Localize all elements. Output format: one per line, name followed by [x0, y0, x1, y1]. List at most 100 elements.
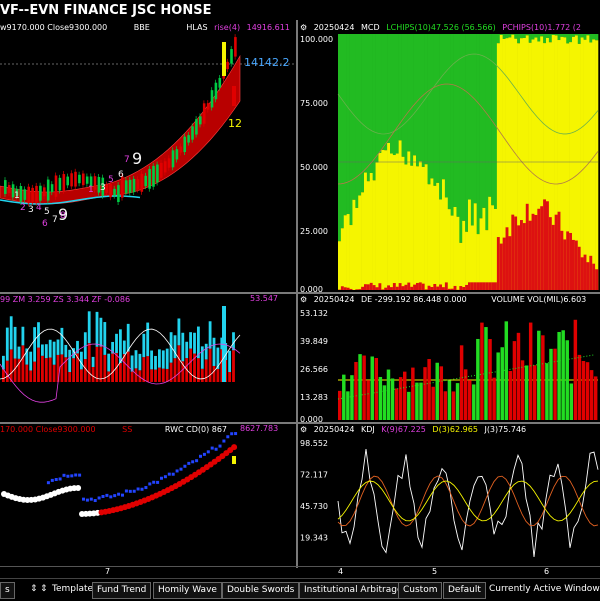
custom-button[interactable]: Custom	[398, 582, 442, 599]
red-bar	[364, 284, 367, 290]
volume-bar	[537, 331, 540, 420]
red-bar	[390, 287, 393, 290]
blue-dot	[137, 487, 140, 490]
zm-chart-panel[interactable]	[0, 294, 296, 422]
red-bar	[96, 347, 99, 382]
yellow-bar	[341, 228, 344, 290]
institutional-arbitrage-button[interactable]: Institutional Arbitrage	[299, 582, 408, 599]
candle	[8, 185, 11, 193]
green-bar	[552, 34, 555, 35]
green-bar	[384, 34, 387, 150]
volume-bar	[460, 345, 463, 420]
blue-dot	[59, 477, 62, 480]
candle	[117, 185, 120, 202]
mcd-chart-panel[interactable]: 100.00075.00050.00025.0000.000	[298, 22, 600, 292]
red-bar	[416, 283, 419, 290]
divider[interactable]	[0, 292, 600, 294]
candle	[66, 177, 69, 186]
cyan-bar	[193, 333, 196, 354]
volume-bar	[427, 359, 430, 420]
green-bar	[358, 34, 361, 195]
green-bar	[532, 34, 535, 39]
volume-bar	[436, 363, 439, 420]
cyan-bar	[189, 332, 192, 348]
volume-values: VOLUME VOL(MIL)6.603	[491, 295, 586, 304]
volume-bar	[338, 391, 341, 420]
green-bar	[355, 34, 358, 208]
green-bar	[378, 34, 381, 153]
volume-bar	[362, 356, 365, 420]
default-button[interactable]: Default	[443, 582, 486, 599]
red-bar	[162, 369, 165, 382]
candle	[35, 186, 38, 203]
volume-bar	[440, 366, 443, 420]
cyan-bar	[6, 328, 9, 361]
green-bar	[462, 34, 465, 221]
cyan-bar	[68, 350, 71, 372]
red-bar	[514, 216, 517, 290]
yellow-bar	[425, 164, 428, 290]
cyan-bar	[185, 342, 188, 358]
yellow-bar	[361, 192, 364, 290]
volume-bar	[350, 375, 353, 420]
blue-dot	[187, 462, 190, 465]
red-bar	[439, 284, 442, 290]
volume-chart-panel[interactable]: 53.13239.84926.56613.2830.000	[298, 294, 600, 422]
red-bar	[53, 365, 56, 382]
sequence-number: 5	[108, 175, 114, 185]
yellow-bar	[399, 140, 402, 290]
red-bar	[142, 357, 145, 382]
red-bar	[448, 289, 451, 290]
rwc-values: RWC CD(0) 867	[165, 425, 227, 434]
yellow-bar	[439, 199, 442, 290]
cyan-bar	[201, 346, 204, 368]
yellow-bar	[370, 173, 373, 290]
green-bar	[428, 34, 431, 184]
rwc-chart-panel[interactable]	[0, 424, 296, 566]
blue-dot	[66, 475, 69, 478]
blue-dot	[90, 498, 93, 501]
red-bar	[376, 287, 379, 290]
divider[interactable]	[0, 422, 600, 424]
volume-bar	[407, 392, 410, 420]
cyan-bar	[209, 321, 212, 348]
red-bar	[68, 372, 71, 382]
cyan-bar	[18, 347, 21, 359]
kdj-chart-panel[interactable]: 98.55272.11745.73019.343-7.044	[298, 424, 600, 566]
red-bar	[508, 236, 511, 290]
green-bar	[474, 34, 477, 203]
y-tick-label: 13.283	[300, 393, 328, 402]
kdj-chart-canvas: 98.55272.11745.73019.343-7.044	[298, 424, 600, 566]
red-bar	[523, 223, 526, 290]
double-swords-button[interactable]: Double Swords	[222, 582, 299, 599]
candle	[43, 187, 46, 196]
sort-icon[interactable]: ⇕	[30, 582, 38, 597]
red-bar	[543, 199, 546, 290]
green-bar	[485, 34, 488, 230]
divider[interactable]	[296, 20, 298, 568]
gear-icon[interactable]: ⚙	[300, 425, 307, 434]
cyan-bar	[45, 344, 48, 358]
green-bar	[448, 34, 451, 209]
red-bar	[558, 212, 561, 290]
volume-date: 20250424	[314, 295, 355, 304]
gear-icon[interactable]: ⚙	[300, 295, 307, 304]
cyan-bar	[135, 350, 138, 368]
red-bar	[526, 204, 529, 290]
volume-bar	[431, 387, 434, 420]
yellow-bar	[471, 225, 474, 290]
fund-trend-button[interactable]: Fund Trend	[92, 582, 151, 599]
candle	[219, 78, 222, 88]
green-bar	[439, 34, 442, 199]
gear-icon[interactable]: ⚙	[300, 23, 307, 32]
green-bar	[381, 34, 384, 150]
blue-dot	[121, 494, 124, 497]
x-axis-label: 6	[544, 567, 549, 576]
scroll-button[interactable]: s	[0, 582, 15, 599]
homily-wave-button[interactable]: Homily Wave	[153, 582, 222, 599]
red-bar	[174, 358, 177, 382]
green-bar	[549, 34, 552, 42]
volume-bar	[354, 362, 357, 420]
sort-icon[interactable]: ⇕	[40, 582, 48, 597]
cyan-bar	[14, 327, 17, 359]
